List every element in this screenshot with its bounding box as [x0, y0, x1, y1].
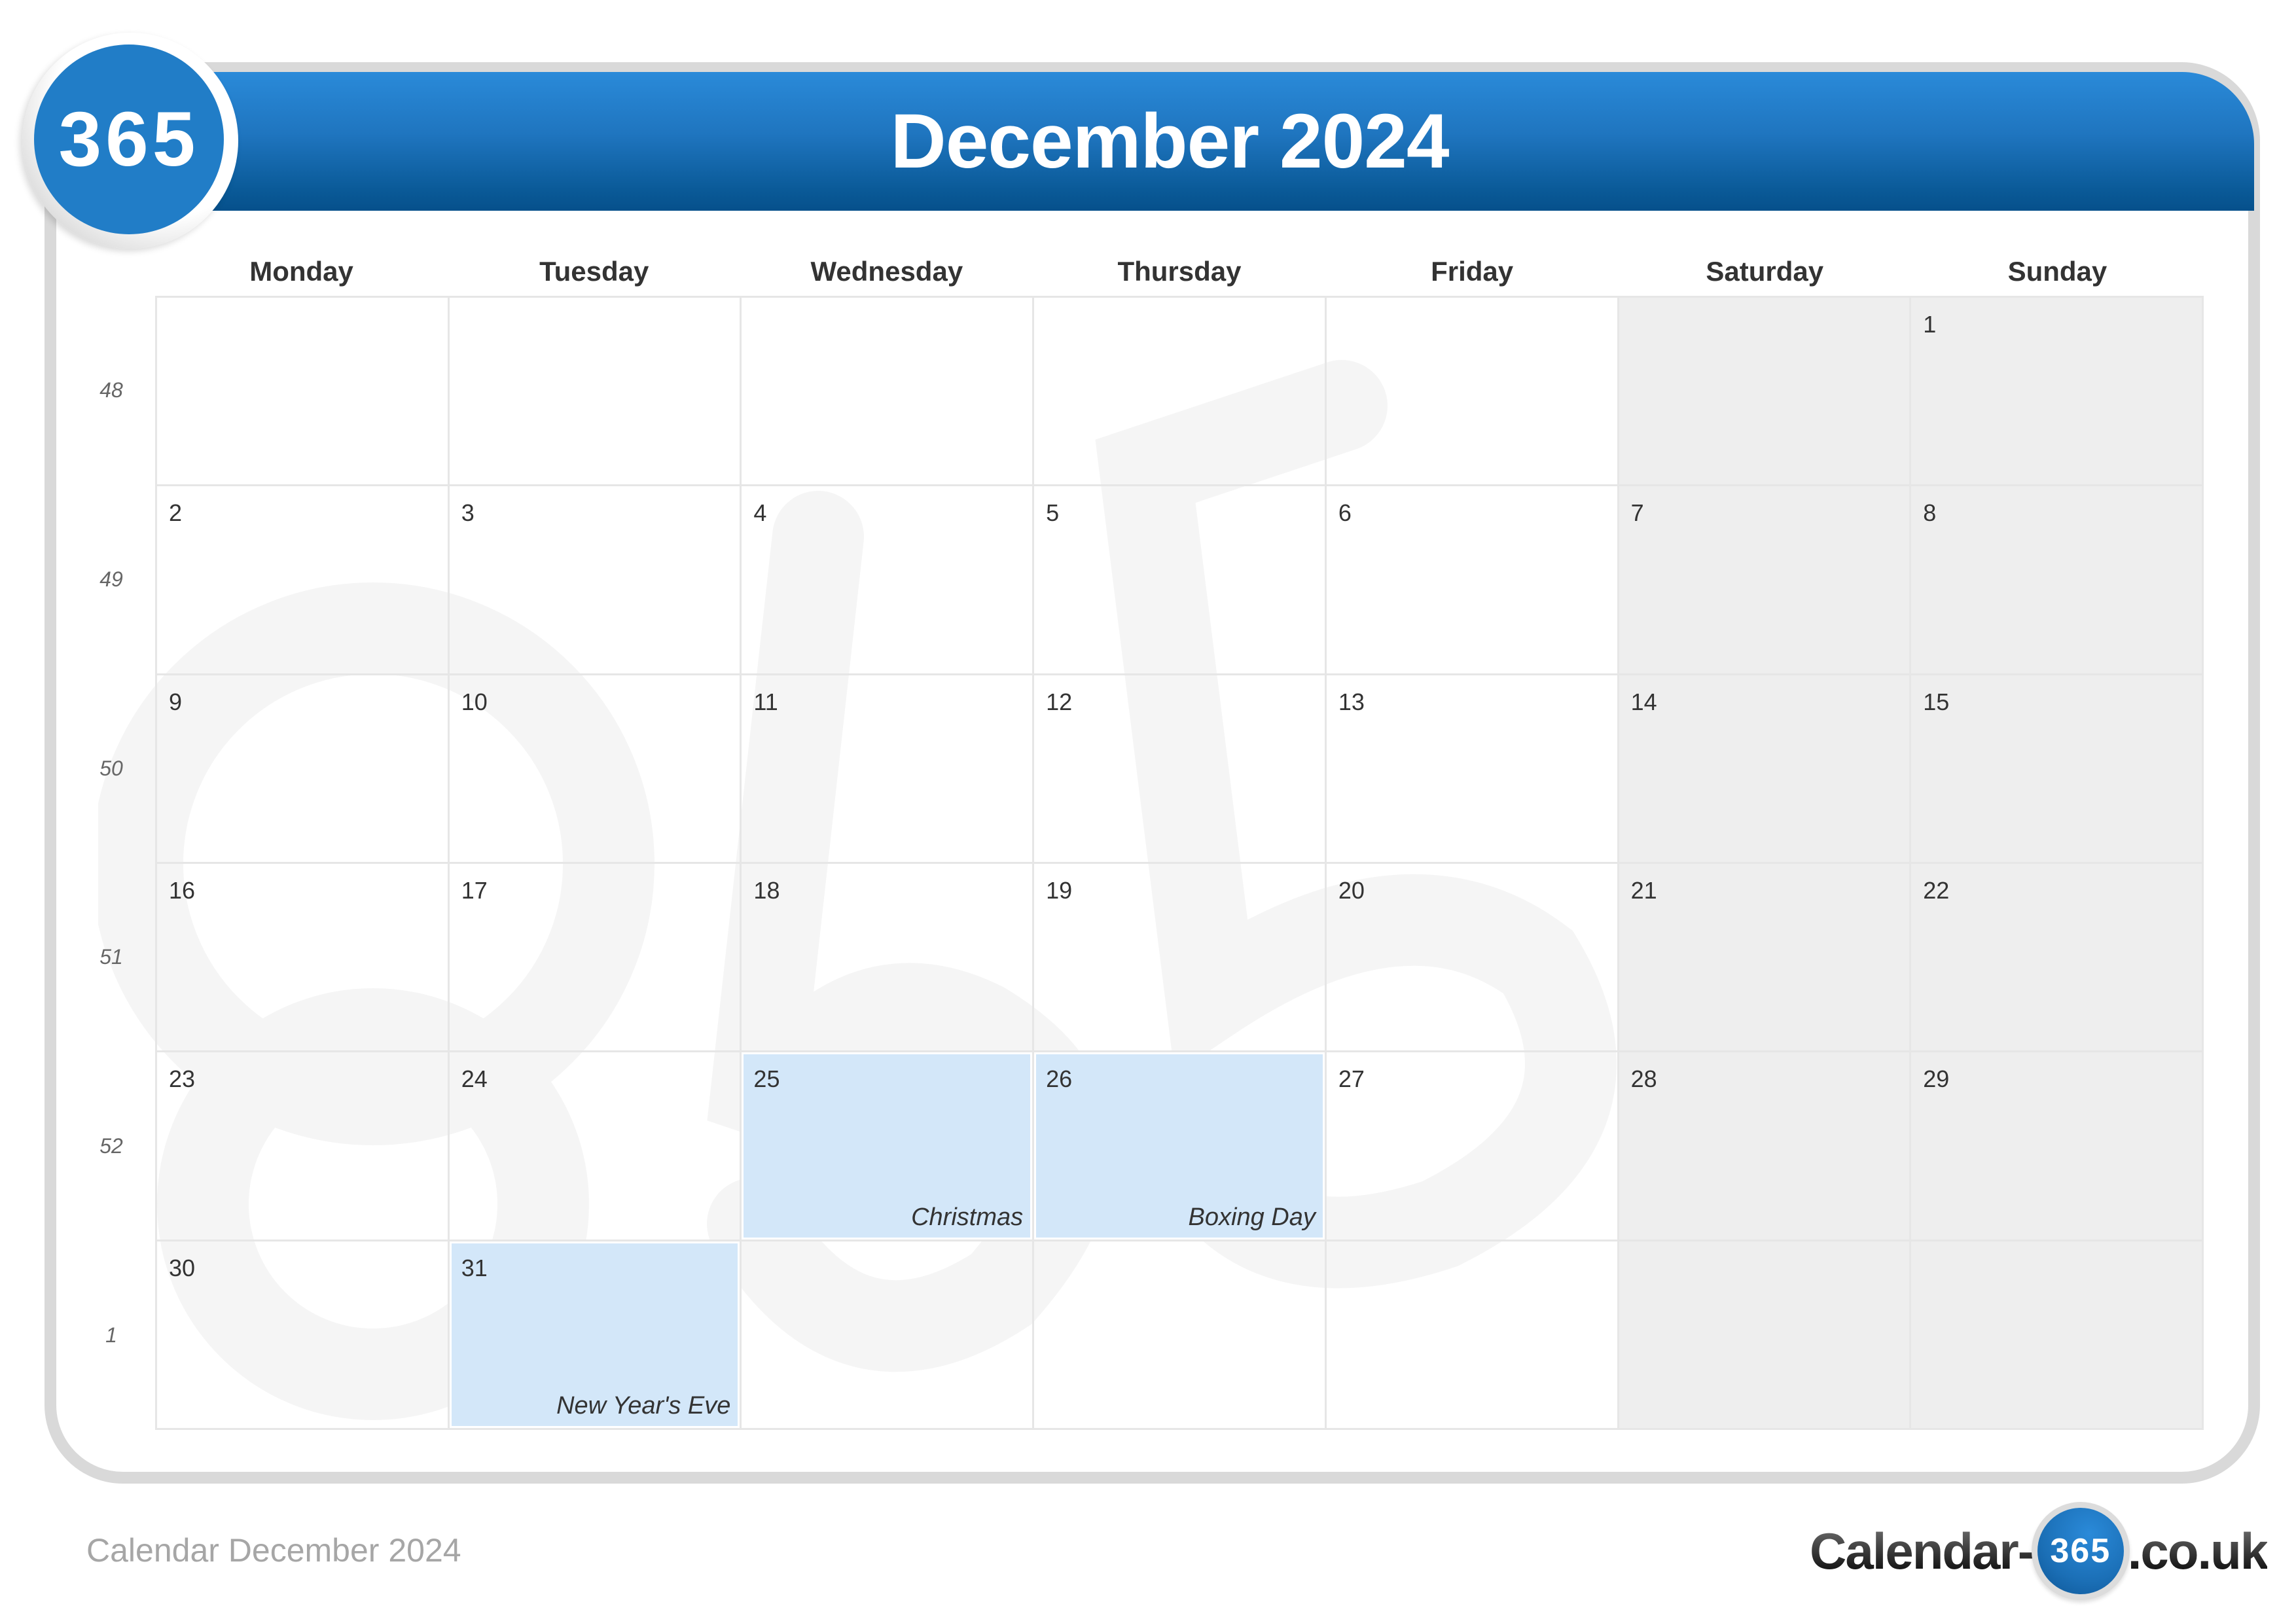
- logo-365: 365: [34, 45, 224, 234]
- day-number: 23: [169, 1065, 196, 1093]
- empty-day-cell: [1326, 298, 1619, 487]
- day-cell[interactable]: 4: [742, 486, 1035, 675]
- day-cell[interactable]: 27: [1326, 1052, 1619, 1241]
- day-cell[interactable]: 15: [1911, 675, 2204, 864]
- day-number: 3: [461, 499, 475, 527]
- day-cell[interactable]: 19: [1034, 864, 1327, 1053]
- day-cell[interactable]: 11: [742, 675, 1035, 864]
- week-number: 48: [99, 378, 123, 402]
- day-cell[interactable]: 22: [1911, 864, 2204, 1053]
- day-cell[interactable]: 2: [157, 486, 450, 675]
- day-cell[interactable]: 23: [157, 1052, 450, 1241]
- empty-day-cell: [1619, 1241, 1912, 1430]
- day-number: 17: [461, 877, 488, 904]
- day-cell[interactable]: 5: [1034, 486, 1327, 675]
- day-number: 30: [169, 1254, 196, 1281]
- footer-caption: Calendar December 2024: [86, 1532, 461, 1569]
- week-number: 52: [99, 1134, 123, 1158]
- day-cell[interactable]: 18: [742, 864, 1035, 1053]
- day-cell[interactable]: 30: [157, 1241, 450, 1430]
- calendar-grid: 1 2 3 4 5 6 7 8 9 10 11 12 13 14 15 16 17 18 19 20 21 22 23 24 2…: [155, 296, 2204, 1430]
- day-number: 9: [169, 688, 183, 715]
- day-cell[interactable]: 28: [1619, 1052, 1912, 1241]
- weekday-sunday: Sunday: [2007, 256, 2108, 287]
- empty-day-cell: [742, 298, 1035, 487]
- brand-prefix: Calendar-: [1810, 1522, 2035, 1580]
- week-number: 50: [99, 756, 123, 780]
- day-number: 20: [1338, 877, 1365, 904]
- day-cell[interactable]: 8: [1911, 486, 2204, 675]
- week-number: 1: [105, 1323, 117, 1347]
- day-cell[interactable]: 10: [449, 675, 742, 864]
- day-number: 22: [1923, 877, 1950, 904]
- week-number: 51: [99, 945, 123, 969]
- day-cell[interactable]: 20: [1326, 864, 1619, 1053]
- day-cell[interactable]: 29: [1911, 1052, 2204, 1241]
- day-cell[interactable]: 13: [1326, 675, 1619, 864]
- day-cell[interactable]: 6: [1326, 486, 1619, 675]
- day-cell[interactable]: 1: [1911, 298, 2204, 487]
- day-cell[interactable]: 26 Boxing Day: [1034, 1052, 1327, 1241]
- day-cell[interactable]: 9: [157, 675, 450, 864]
- day-number: 16: [169, 877, 196, 904]
- holiday-label: New Year's Eve: [556, 1392, 731, 1419]
- empty-day-cell: [1326, 1241, 1619, 1430]
- weekday-header-row: Monday Tuesday Wednesday Thursday Friday Satu…: [155, 249, 2204, 294]
- week-number: 49: [99, 567, 123, 591]
- week-number-column: 48 49 50 51 52 1: [79, 296, 144, 1430]
- day-number: 8: [1923, 499, 1937, 527]
- day-number: 11: [753, 688, 778, 715]
- weekday-tuesday: Tuesday: [539, 256, 649, 287]
- day-number: 1: [1923, 311, 1937, 338]
- day-number: 24: [461, 1065, 488, 1093]
- day-cell[interactable]: 25 Christmas: [742, 1052, 1035, 1241]
- day-number: 13: [1338, 688, 1365, 715]
- day-number: 12: [1046, 688, 1073, 715]
- day-cell[interactable]: 21: [1619, 864, 1912, 1053]
- weekday-monday: Monday: [249, 256, 353, 287]
- day-number: 21: [1630, 877, 1657, 904]
- day-number: 28: [1630, 1065, 1657, 1093]
- day-cell[interactable]: 16: [157, 864, 450, 1053]
- day-number: 5: [1046, 499, 1060, 527]
- day-number: 25: [753, 1065, 780, 1093]
- empty-day-cell: [1034, 1241, 1327, 1430]
- empty-day-cell: [449, 298, 742, 487]
- day-cell[interactable]: 12: [1034, 675, 1327, 864]
- brand-logo[interactable]: Calendar- 365 .co.uk: [1810, 1499, 2269, 1603]
- brand-badge-365: 365: [2037, 1508, 2124, 1594]
- day-cell[interactable]: 17: [449, 864, 742, 1053]
- empty-day-cell: [742, 1241, 1035, 1430]
- empty-day-cell: [1034, 298, 1327, 487]
- day-number: 29: [1923, 1065, 1950, 1093]
- weekday-friday: Friday: [1431, 256, 1514, 287]
- holiday-label: Boxing Day: [1188, 1203, 1316, 1231]
- day-number: 31: [461, 1254, 488, 1281]
- day-number: 14: [1630, 688, 1657, 715]
- brand-suffix: .co.uk: [2127, 1522, 2269, 1580]
- day-number: 10: [461, 688, 488, 715]
- empty-day-cell: [1911, 1241, 2204, 1430]
- day-cell[interactable]: 14: [1619, 675, 1912, 864]
- weekday-wednesday: Wednesday: [810, 256, 963, 287]
- holiday-label: Christmas: [911, 1203, 1024, 1231]
- day-number: 4: [753, 499, 767, 527]
- day-number: 27: [1338, 1065, 1365, 1093]
- day-number: 19: [1046, 877, 1073, 904]
- empty-day-cell: [157, 298, 450, 487]
- day-cell[interactable]: 24: [449, 1052, 742, 1241]
- day-number: 18: [753, 877, 780, 904]
- weekday-saturday: Saturday: [1706, 256, 1824, 287]
- day-cell[interactable]: 3: [449, 486, 742, 675]
- page-title: December 2024: [890, 98, 1450, 185]
- day-cell[interactable]: 7: [1619, 486, 1912, 675]
- day-cell[interactable]: 31 New Year's Eve: [449, 1241, 742, 1430]
- day-number: 26: [1046, 1065, 1073, 1093]
- day-number: 2: [169, 499, 183, 527]
- day-number: 7: [1630, 499, 1644, 527]
- day-number: 6: [1338, 499, 1352, 527]
- weekday-thursday: Thursday: [1117, 256, 1242, 287]
- day-number: 15: [1923, 688, 1950, 715]
- empty-day-cell: [1619, 298, 1912, 487]
